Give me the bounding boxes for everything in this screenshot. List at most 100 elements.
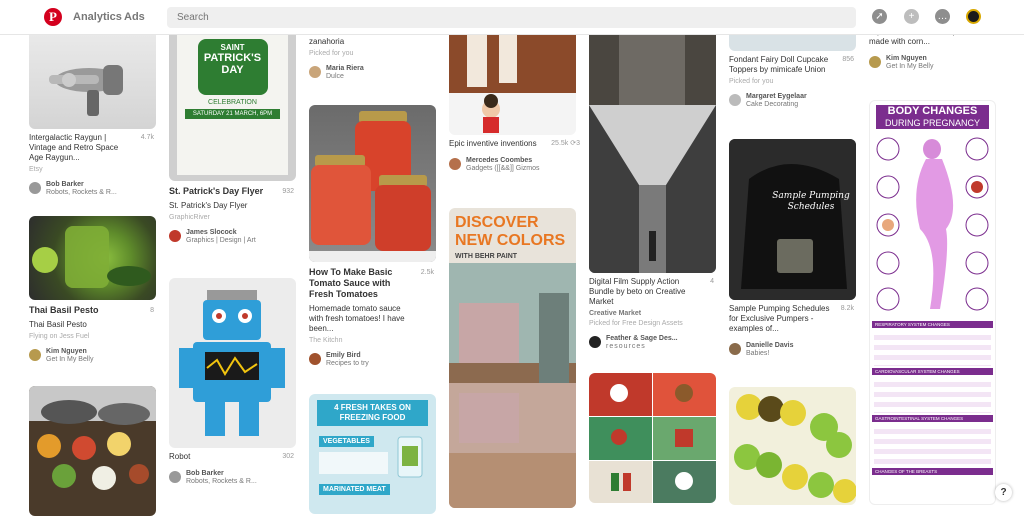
pin-christmas-icons[interactable] — [589, 373, 716, 503]
flyer-text: PATRICK'S — [203, 52, 262, 64]
pin-caterpillar-treats[interactable] — [729, 387, 856, 505]
pin-title: St. Patrick's Day Flyer 932 — [169, 186, 294, 196]
raygun-image — [29, 35, 156, 129]
pin-epic-inventions[interactable]: Epic inventive inventions 25.5k ⟳3 Merced… — [449, 35, 580, 173]
pin-pumping-schedules[interactable]: Sample Pumping Schedules Sample Pumping … — [729, 139, 856, 358]
pin-fondant-fairy[interactable]: Fondant Fairy Doll Cupcake Toppers by mi… — [729, 35, 856, 109]
board-name[interactable]: Get In My Belly — [886, 63, 933, 71]
image-text: MARINATED MEAT — [319, 484, 390, 495]
pin-description: Digital Film Supply Action Bundle by bet… — [589, 277, 714, 306]
tomato-sauce-image — [309, 105, 436, 262]
board-name[interactable]: Dulce — [326, 73, 364, 81]
pinterest-logo-icon[interactable]: P — [44, 8, 62, 26]
search-input[interactable] — [167, 7, 856, 28]
pinner-name[interactable]: Kim Nguyen — [46, 348, 93, 356]
user-avatar[interactable] — [966, 9, 981, 24]
pin-description: Intergalactic Raygun | Vintage and Retro… — [29, 133, 154, 162]
image-text: RESPIRATORY SYSTEM CHANGES — [872, 321, 993, 328]
image-text: NEW COLORS — [455, 232, 566, 249]
pumping-image: Sample Pumping Schedules — [729, 139, 856, 300]
avatar[interactable] — [729, 343, 741, 355]
pin-receta[interactable]: Receta sacecito de zanahoria Picked for … — [309, 27, 436, 81]
pin-source: The Kitchn — [309, 337, 343, 344]
pin-source: Picked for you — [729, 78, 774, 85]
avatar[interactable] — [169, 230, 181, 242]
board-name[interactable]: Robots, Rockets & R... — [46, 189, 117, 197]
behr-paint-image: DISCOVER NEW COLORS WITH BEHR PAINT — [449, 208, 576, 508]
pinner-name[interactable]: Bob Barker — [46, 181, 117, 189]
pinner-name[interactable]: Margaret Eygelaar — [746, 93, 807, 101]
messages-icon[interactable]: … — [935, 9, 950, 24]
pin-picked-for: Picked for Free Design Assets — [589, 320, 683, 327]
pin-source: GraphicRiver — [169, 214, 210, 221]
avatar[interactable] — [449, 158, 461, 170]
pin-description: Homemade tomato sauce with fresh tomatoe… — [309, 304, 405, 333]
pin-body-changes-pregnancy[interactable]: BODY CHANGES DURING PREGNANCY RESPIRATOR… — [869, 100, 996, 505]
save-count: 4.7k — [140, 134, 154, 141]
pin-food-platter[interactable] — [29, 386, 156, 516]
pin-description: St. Patrick's Day Flyer — [169, 201, 248, 210]
board-name[interactable]: resources — [606, 343, 678, 351]
st-patricks-flyer-image: SAINT PATRICK'S DAY CELEBRATION SATURDAY… — [169, 35, 296, 181]
nav-analytics[interactable]: Analytics — [73, 11, 122, 23]
pinner-name[interactable]: Feather & Sage Des... — [606, 335, 678, 343]
pesto-image — [29, 216, 156, 300]
pin-robot[interactable]: Robot 302 Bob Barker Robots, Rockets & R..… — [169, 278, 296, 486]
board-name[interactable]: Recipes to try — [326, 360, 369, 368]
pin-description: Thai Basil Pesto — [29, 320, 87, 329]
image-text: BODY CHANGES — [876, 105, 989, 118]
pin-st-patricks-day-flyer[interactable]: SAINT PATRICK'S DAY CELEBRATION SATURDAY… — [169, 35, 296, 245]
board-name[interactable]: Get In My Belly — [46, 356, 93, 364]
pinner-name[interactable]: Danielle Davis — [746, 342, 793, 350]
avatar[interactable] — [309, 66, 321, 78]
help-button[interactable]: ? — [995, 484, 1012, 501]
compass-icon[interactable]: ➚ — [872, 9, 887, 24]
avatar[interactable] — [309, 353, 321, 365]
save-count: 302 — [282, 453, 294, 460]
pin-digital-film[interactable]: Digital Film Supply Action Bundle by bet… — [589, 35, 716, 351]
nav-ads[interactable]: Ads — [124, 11, 145, 23]
board-name[interactable]: Cake Decorating — [746, 101, 807, 109]
robot-image — [169, 278, 296, 448]
image-text: Sample Pumping Schedules — [772, 191, 850, 212]
flyer-text: SATURDAY 21 MARCH, 6PM — [185, 109, 280, 119]
image-text: 4 FRESH TAKES ON FREEZING FOOD — [317, 400, 428, 426]
pinner-name[interactable]: Mercedes Coombes — [466, 157, 540, 165]
pinner-name[interactable]: Emily Bird — [326, 352, 369, 360]
pinner-name[interactable]: Maria Riera — [326, 65, 364, 73]
pin-raygun[interactable]: Intergalactic Raygun | Vintage and Retro… — [29, 35, 156, 197]
pin-tomato-sauce[interactable]: How To Make Basic Tomato Sauce with Fres… — [309, 105, 436, 368]
avatar[interactable] — [869, 56, 881, 68]
board-name[interactable]: Robots, Rockets & R... — [186, 478, 257, 486]
save-count: 2.5k — [420, 269, 434, 276]
avatar[interactable] — [729, 94, 741, 106]
pin-source: Creative Market — [589, 310, 642, 317]
food-platter-image — [29, 386, 156, 516]
avatar[interactable] — [589, 336, 601, 348]
pin-freezing-food[interactable]: 4 FRESH TAKES ON FREEZING FOOD VEGETABLE… — [309, 394, 436, 514]
pin-description: Fondant Fairy Doll Cupcake Toppers by mi… — [729, 55, 854, 74]
pin-source: Picked for you — [309, 50, 354, 57]
caterpillar-image — [729, 387, 856, 505]
pin-source: Etsy — [29, 166, 43, 173]
avatar[interactable] — [169, 471, 181, 483]
film-image — [589, 35, 716, 273]
pin-description: Robot 302 — [169, 452, 294, 461]
pin-description: Sample Pumping Schedules for Exclusive P… — [729, 304, 854, 333]
image-text: CARDIOVASCULAR SYSTEM CHANGES — [872, 368, 993, 375]
pin-behr-paint[interactable]: DISCOVER NEW COLORS WITH BEHR PAINT — [449, 208, 576, 508]
board-name[interactable]: Gadgets ([[&&]] Gizmos — [466, 165, 540, 173]
pinner-name[interactable]: Bob Barker — [186, 470, 257, 478]
pinner-name[interactable]: James Slocock — [186, 229, 256, 237]
board-name[interactable]: Babies! — [746, 350, 793, 358]
pin-thai-basil-pesto[interactable]: Thai Basil Pesto 8 Thai Basil Pesto Flyin… — [29, 216, 156, 364]
avatar[interactable] — [29, 349, 41, 361]
image-text: DURING PREGNANCY — [876, 118, 989, 129]
christmas-image — [589, 373, 716, 503]
pinner-name[interactable]: Kim Nguyen — [886, 55, 933, 63]
save-count: 856 — [842, 56, 854, 63]
avatar[interactable] — [29, 182, 41, 194]
image-text: DISCOVER — [455, 214, 539, 231]
plus-icon[interactable]: + — [904, 9, 919, 24]
board-name[interactable]: Graphics | Design | Art — [186, 237, 256, 245]
